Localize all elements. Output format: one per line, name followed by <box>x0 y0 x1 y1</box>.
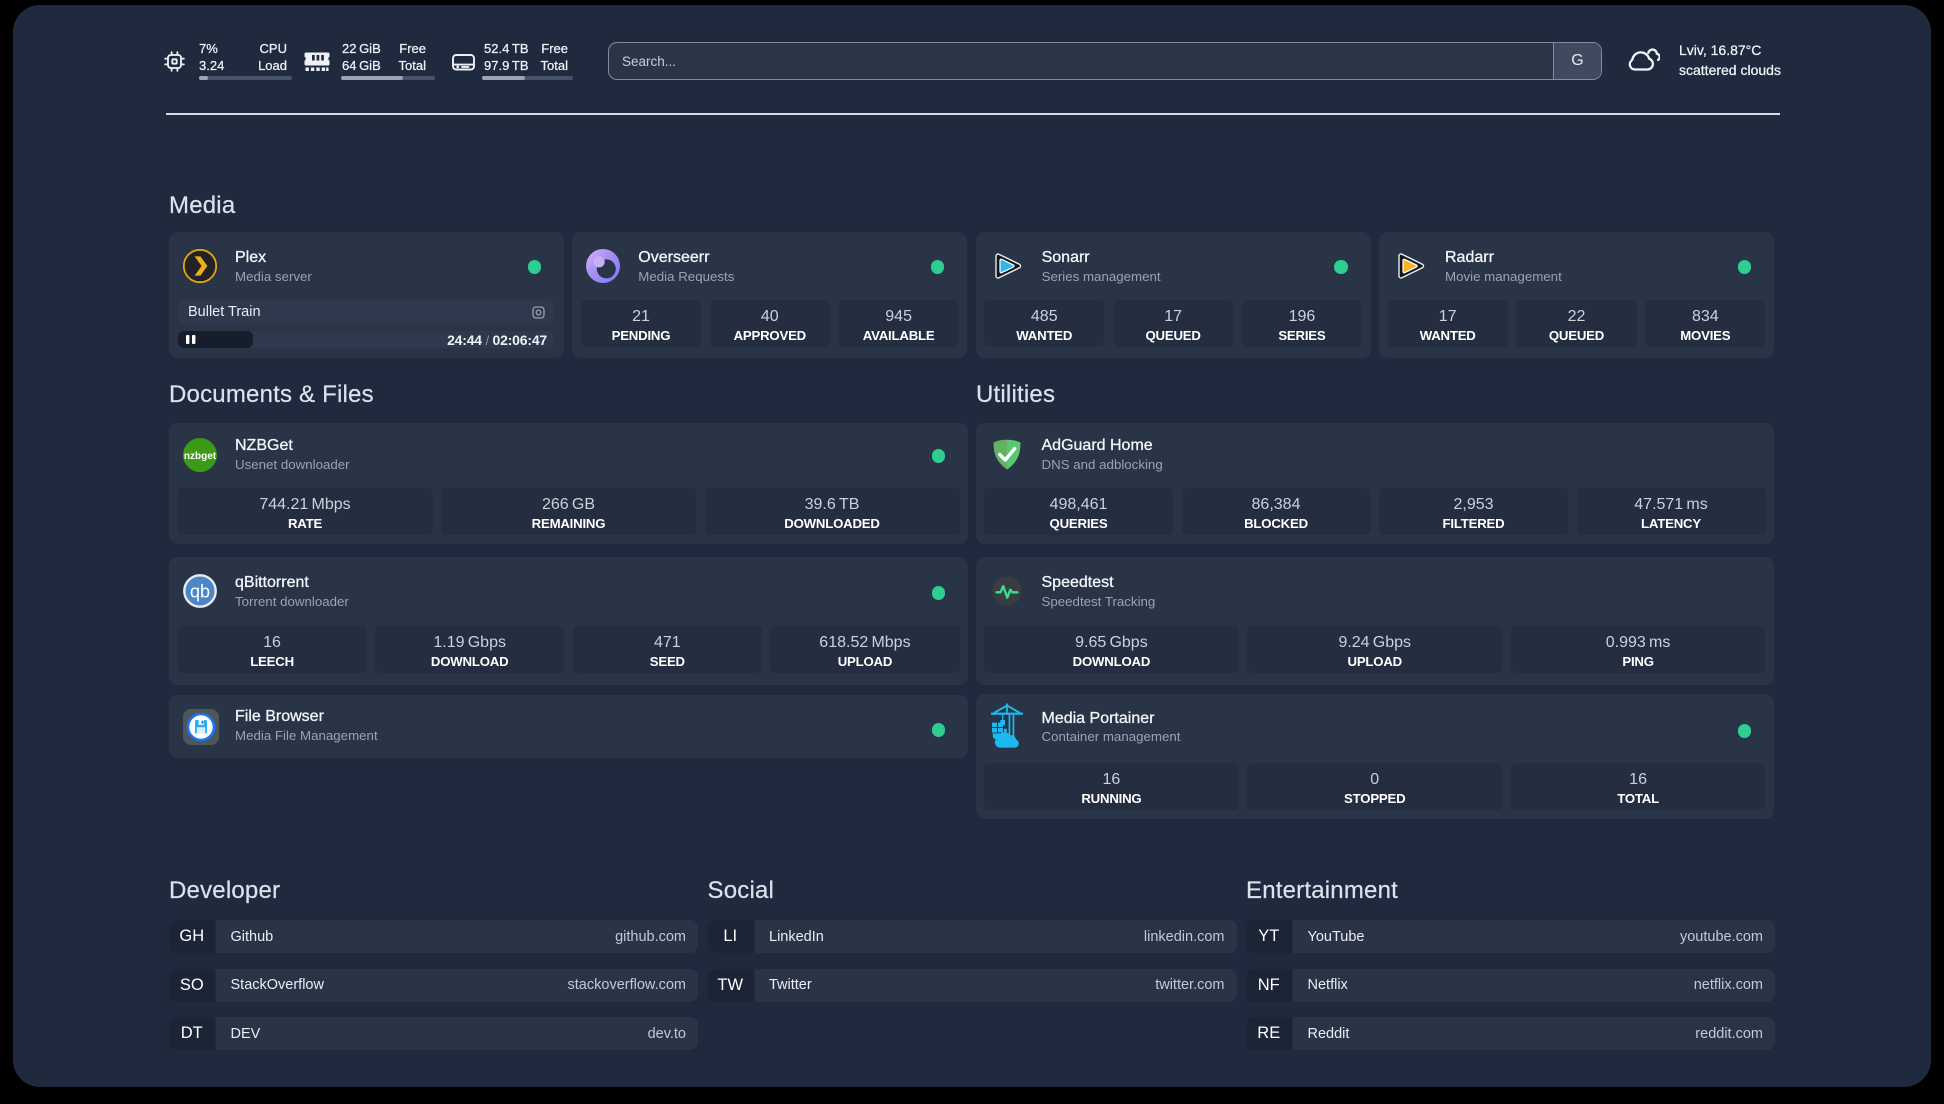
svg-text:nzbget: nzbget <box>184 451 217 462</box>
svg-text:qb: qb <box>190 582 210 602</box>
